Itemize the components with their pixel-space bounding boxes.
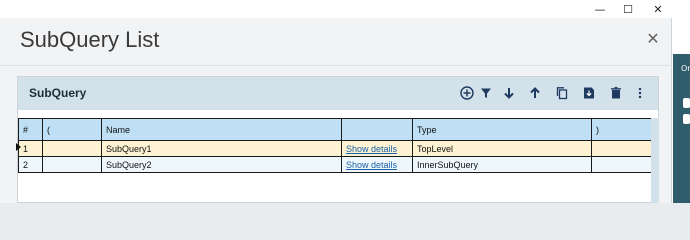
arrow-up-icon (530, 87, 540, 98)
close-icon: ✕ (653, 2, 663, 16)
column-header-details[interactable] (341, 118, 413, 141)
close-icon: ✕ (646, 28, 660, 48)
panel-title: SubQuery (29, 86, 87, 100)
dialog-title: SubQuery List (20, 27, 160, 52)
table-row[interactable]: 1 SubQuery1 Show details TopLevel (18, 140, 653, 157)
copy-button[interactable] (554, 85, 570, 101)
open-paren-cell[interactable] (42, 156, 102, 173)
more-vertical-icon (638, 87, 642, 99)
minimize-button[interactable]: — (590, 1, 610, 17)
window-close-button[interactable]: ✕ (648, 1, 668, 17)
name-cell[interactable]: SubQuery2 (101, 156, 342, 173)
maximize-button[interactable]: ☐ (618, 1, 638, 17)
column-header-open-paren[interactable]: ( (42, 118, 102, 141)
name-cell[interactable]: SubQuery1 (101, 140, 342, 157)
subquery-panel: SubQuery # (Name Type) 1 SubQuery1 Sho… (16, 76, 659, 203)
column-header-name[interactable]: Name (101, 118, 342, 141)
table-header-row: # ( Name Type ) (18, 118, 653, 141)
copy-icon (556, 87, 568, 100)
add-button[interactable] (459, 85, 475, 101)
column-header-close-paren[interactable]: ) (591, 118, 653, 141)
app-title-bar: — ☐ ✕ (0, 0, 690, 18)
trash-icon (611, 87, 621, 99)
subquery-list-dialog: SubQuery List ✕ SubQuery # (Name Type)… (0, 18, 672, 203)
save-button[interactable] (581, 85, 597, 101)
background-app-button[interactable] (683, 114, 690, 124)
panel-header: SubQuery (18, 77, 658, 110)
background-app-button[interactable] (683, 98, 690, 108)
show-details-link[interactable]: Show details (341, 156, 413, 173)
close-paren-cell[interactable] (591, 156, 653, 173)
move-down-button[interactable] (501, 85, 517, 101)
filter-icon (481, 88, 491, 98)
minimize-icon: — (594, 2, 606, 16)
add-circle-icon (460, 86, 474, 100)
background-app-text: Or (681, 64, 690, 73)
arrow-down-icon (504, 88, 514, 99)
background-app-sidebar (673, 54, 690, 203)
dialog-close-button[interactable]: ✕ (645, 28, 661, 48)
row-number: 2 (18, 156, 43, 173)
grid-vertical-scrollbar[interactable] (651, 118, 659, 203)
delete-button[interactable] (608, 85, 624, 101)
open-paren-cell[interactable] (42, 140, 102, 157)
close-paren-cell[interactable] (591, 140, 653, 157)
save-icon (584, 87, 594, 99)
filter-button[interactable] (478, 85, 494, 101)
title-divider (0, 65, 672, 66)
show-details-link[interactable]: Show details (341, 140, 413, 157)
current-row-indicator-icon (16, 143, 21, 151)
subquery-table: # ( Name Type ) 1 SubQuery1 Show details… (18, 118, 653, 173)
type-cell[interactable]: InnerSubQuery (412, 156, 592, 173)
table-row[interactable]: 2 SubQuery2 Show details InnerSubQuery (18, 156, 653, 173)
more-button[interactable] (632, 85, 648, 101)
row-number: 1 (18, 140, 43, 157)
column-header-type[interactable]: Type (412, 118, 592, 141)
column-header-number[interactable]: # (18, 118, 43, 141)
type-cell[interactable]: TopLevel (412, 140, 592, 157)
maximize-icon: ☐ (623, 2, 633, 16)
move-up-button[interactable] (527, 85, 543, 101)
